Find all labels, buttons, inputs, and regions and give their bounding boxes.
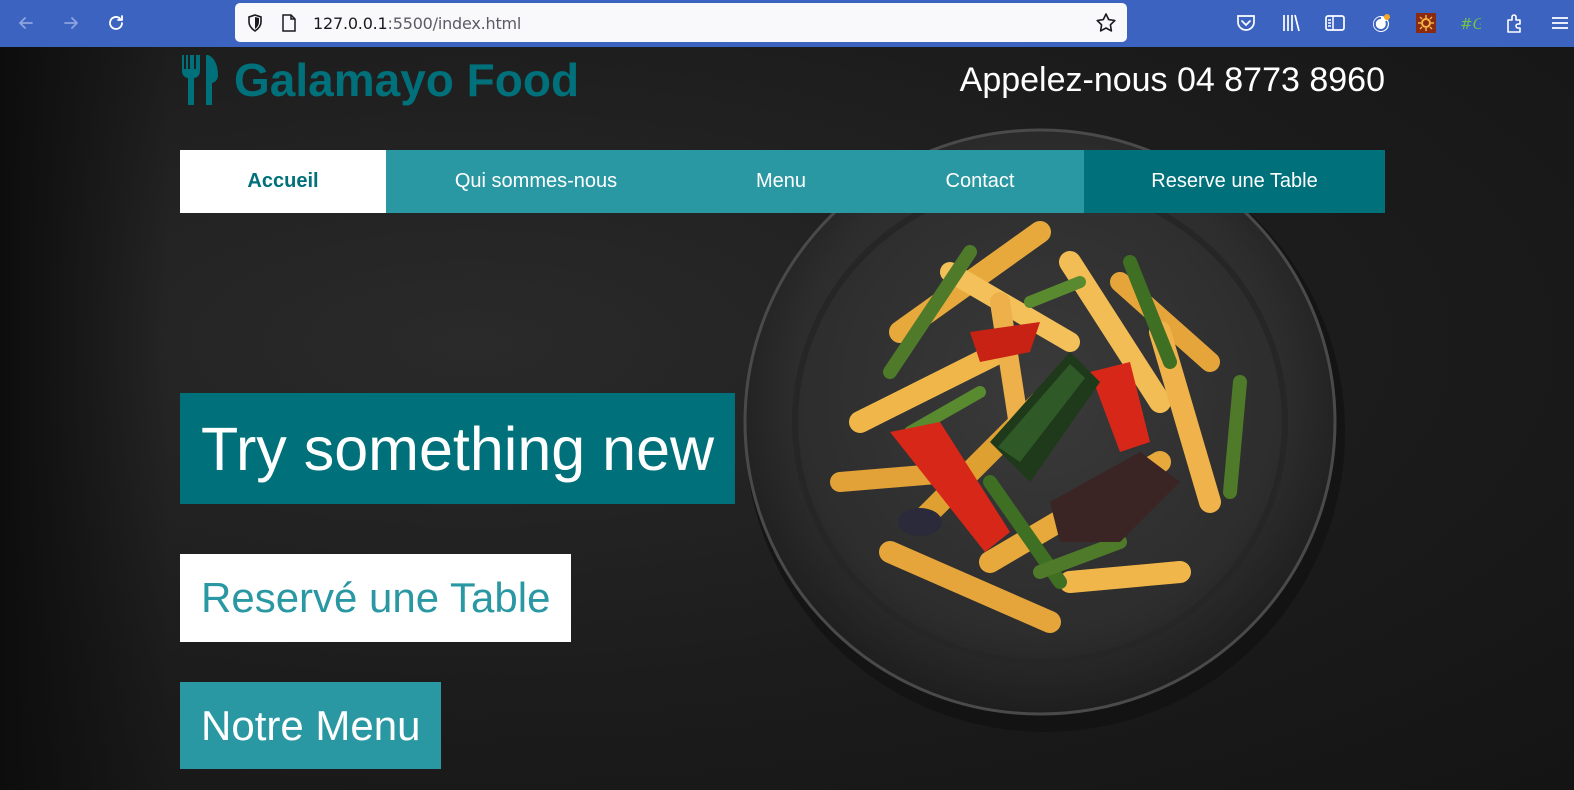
svg-text:#G: #G bbox=[1460, 15, 1481, 33]
site-logo[interactable]: Galamayo Food bbox=[180, 54, 580, 106]
reload-icon bbox=[109, 15, 123, 30]
nav-item-menu[interactable]: Menu bbox=[686, 150, 876, 213]
brand-name: Galamayo Food bbox=[234, 54, 580, 106]
fork-knife-icon bbox=[182, 55, 218, 105]
page-info-icon[interactable] bbox=[281, 14, 297, 32]
app-menu-button[interactable] bbox=[1548, 11, 1572, 35]
nav-item-contact[interactable]: Contact bbox=[876, 150, 1084, 213]
hero-title: Try something new bbox=[180, 393, 736, 504]
extension-sun-icon bbox=[1416, 13, 1436, 33]
back-button[interactable] bbox=[11, 9, 41, 37]
account-sync-icon bbox=[1373, 14, 1390, 32]
page-content: Galamayo Food Appelez-nous 04 8773 8960 … bbox=[0, 47, 1574, 790]
url-path: :5500/index.html bbox=[387, 14, 522, 33]
extension-g-icon: #G bbox=[1460, 15, 1481, 33]
tracking-protection-shield-icon[interactable] bbox=[245, 13, 265, 33]
nav-item-reserve[interactable]: Reserve une Table bbox=[1084, 150, 1385, 213]
forward-arrow-icon bbox=[64, 17, 78, 29]
back-arrow-icon bbox=[19, 17, 33, 29]
phone-number: Appelez-nous 04 8773 8960 bbox=[959, 61, 1385, 99]
address-bar[interactable]: 127.0.0.1:5500/index.html bbox=[235, 3, 1127, 42]
reload-button[interactable] bbox=[101, 9, 131, 37]
library-button[interactable] bbox=[1279, 11, 1303, 35]
url-text: 127.0.0.1:5500/index.html bbox=[313, 14, 521, 33]
extensions-button[interactable] bbox=[1503, 11, 1527, 35]
hamburger-menu-icon bbox=[1552, 17, 1568, 29]
extension-button-2[interactable]: #G bbox=[1458, 11, 1482, 35]
account-button[interactable] bbox=[1369, 11, 1393, 35]
forward-button[interactable] bbox=[56, 9, 86, 37]
bookmark-star-icon[interactable] bbox=[1095, 12, 1117, 34]
main-navigation: Accueil Qui sommes-nous Menu Contact Res… bbox=[180, 150, 1385, 213]
extensions-puzzle-icon bbox=[1507, 14, 1521, 33]
sidebar-button[interactable] bbox=[1323, 11, 1347, 35]
browser-toolbar: 127.0.0.1:5500/index.html #G bbox=[0, 0, 1574, 47]
pocket-icon bbox=[1237, 15, 1255, 31]
our-menu-button[interactable]: Notre Menu bbox=[180, 682, 442, 769]
url-host: 127.0.0.1 bbox=[313, 14, 388, 33]
sidebar-icon bbox=[1325, 15, 1345, 31]
library-icon bbox=[1283, 14, 1300, 32]
reserve-table-button[interactable]: Reservé une Table bbox=[180, 554, 572, 642]
nav-item-about[interactable]: Qui sommes-nous bbox=[386, 150, 686, 213]
pocket-button[interactable] bbox=[1234, 11, 1258, 35]
extension-button-1[interactable] bbox=[1414, 11, 1438, 35]
nav-item-home[interactable]: Accueil bbox=[180, 150, 386, 213]
background-shade bbox=[0, 47, 170, 790]
